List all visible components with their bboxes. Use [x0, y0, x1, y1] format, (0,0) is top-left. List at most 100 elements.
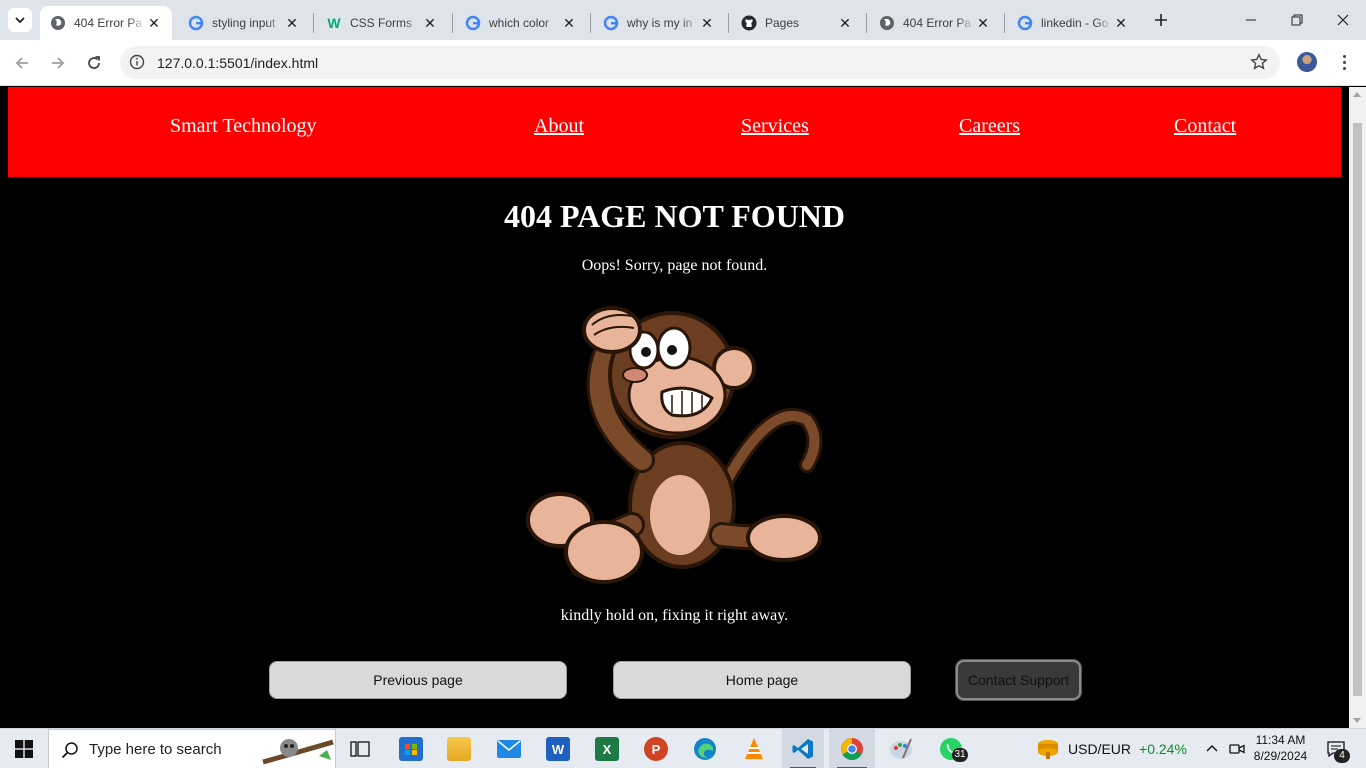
tab-why-is-my-input[interactable]: why is my in ✕: [593, 6, 725, 40]
tab-css-forms[interactable]: W CSS Forms ✕: [316, 6, 448, 40]
notification-count-badge: 4: [1334, 749, 1350, 763]
close-icon[interactable]: ✕: [422, 15, 438, 31]
paint-icon[interactable]: [888, 729, 914, 768]
mail-icon[interactable]: [496, 729, 522, 768]
minimize-button[interactable]: [1228, 0, 1274, 40]
microsoft-store-icon[interactable]: [398, 729, 424, 768]
tab-title: 404 Error Pa: [903, 16, 972, 30]
bookmark-star-icon[interactable]: [1250, 53, 1268, 71]
word-icon[interactable]: W: [545, 729, 571, 768]
google-icon: [188, 15, 204, 31]
browser-toolbar: 127.0.0.1:5501/index.html: [0, 40, 1366, 86]
clock-time: 11:34 AM: [1255, 733, 1306, 747]
tab-title: styling input: [212, 16, 276, 30]
chrome-icon[interactable]: [829, 729, 875, 768]
back-button[interactable]: [10, 51, 34, 75]
close-icon[interactable]: ✕: [699, 15, 715, 31]
meet-now-icon[interactable]: [1228, 729, 1246, 768]
site-info-icon[interactable]: [129, 54, 145, 70]
close-icon[interactable]: ✕: [284, 15, 300, 31]
close-window-button[interactable]: [1320, 0, 1366, 40]
scrollbar-thumb[interactable]: [1353, 123, 1362, 696]
home-page-button[interactable]: Home page: [613, 661, 911, 699]
tab-which-color[interactable]: which color ✕: [455, 6, 587, 40]
chevron-down-icon: [15, 17, 25, 24]
tab-title: linkedin - Go: [1041, 16, 1109, 30]
task-view-icon[interactable]: [347, 729, 373, 768]
error-subtitle: Oops! Sorry, page not found.: [581, 257, 768, 274]
reload-icon: [88, 56, 100, 69]
contact-support-button[interactable]: Contact Support: [956, 660, 1081, 700]
whatsapp-icon[interactable]: 31: [936, 729, 968, 768]
scroll-up-icon[interactable]: [1353, 92, 1361, 97]
vlc-icon[interactable]: [741, 729, 767, 768]
tab-github-pages[interactable]: Pages ✕: [731, 6, 863, 40]
github-icon: [741, 15, 757, 31]
google-icon: [603, 15, 619, 31]
taskbar-clock[interactable]: 11:34 AM 8/29/2024: [1253, 732, 1308, 764]
close-icon[interactable]: ✕: [975, 15, 991, 31]
tab-search-button[interactable]: [8, 8, 32, 32]
vscode-icon[interactable]: [782, 729, 824, 768]
browser-tab-strip: 404 Error Pa ✕ styling input ✕ W CSS For…: [0, 0, 1366, 40]
powerpoint-icon[interactable]: P: [643, 729, 669, 768]
page-scrollbar[interactable]: [1349, 87, 1366, 728]
search-placeholder: Type here to search: [89, 741, 222, 758]
tab-separator: [452, 13, 453, 33]
close-icon[interactable]: ✕: [146, 15, 162, 31]
currency-ticker-widget[interactable]: USD/EUR +0.24%: [1036, 729, 1187, 768]
close-icon[interactable]: ✕: [1113, 15, 1129, 31]
search-icon: [61, 742, 78, 759]
tab-linkedin-google[interactable]: linkedin - Go ✕: [1007, 6, 1139, 40]
profile-avatar[interactable]: [1297, 52, 1317, 72]
taskbar-search-box[interactable]: Type here to search: [48, 729, 336, 768]
scroll-down-icon[interactable]: [1353, 718, 1361, 723]
minimize-icon: [1246, 19, 1256, 21]
reload-button[interactable]: [82, 51, 106, 75]
ticker-change: +0.24%: [1139, 741, 1187, 757]
close-icon[interactable]: ✕: [837, 15, 853, 31]
w3schools-icon: W: [327, 15, 341, 31]
restore-button[interactable]: [1274, 0, 1320, 40]
tab-styling-input[interactable]: styling input ✕: [178, 6, 310, 40]
tab-404-error-page[interactable]: 404 Error Pa ✕: [40, 6, 172, 40]
nav-link-about[interactable]: About: [534, 115, 584, 138]
edge-icon[interactable]: [692, 729, 718, 768]
new-tab-button[interactable]: [1150, 9, 1172, 31]
clock-date: 8/29/2024: [1253, 749, 1308, 763]
file-explorer-icon[interactable]: [446, 729, 472, 768]
forward-button[interactable]: [46, 51, 70, 75]
windows-taskbar: Type here to search W X P 31 USD/EUR +0.…: [0, 728, 1366, 768]
tab-separator: [1004, 13, 1005, 33]
chevron-up-icon[interactable]: [1203, 729, 1221, 768]
page-title: 404 PAGE NOT FOUND: [503, 198, 846, 234]
site-navbar: Smart Technology About Services Careers …: [8, 87, 1341, 177]
brand-name: Smart Technology: [170, 115, 317, 137]
url-text[interactable]: 127.0.0.1:5501/index.html: [157, 55, 318, 71]
arrow-left-icon: [15, 57, 28, 69]
nav-link-services[interactable]: Services: [741, 115, 809, 138]
nav-link-contact[interactable]: Contact: [1174, 115, 1236, 138]
tab-separator: [866, 13, 867, 33]
search-highlight-icon: [262, 739, 334, 765]
tab-404-error-page-2[interactable]: 404 Error Pa ✕: [869, 6, 1001, 40]
globe-icon: [879, 15, 895, 31]
notification-center-icon[interactable]: 4: [1322, 729, 1350, 768]
plus-icon: [1155, 14, 1167, 26]
previous-page-button[interactable]: Previous page: [269, 661, 567, 699]
more-menu-icon[interactable]: [1334, 52, 1354, 72]
start-button[interactable]: [0, 729, 48, 768]
restore-icon: [1291, 14, 1303, 26]
tab-title: Pages: [765, 16, 800, 30]
excel-icon[interactable]: X: [594, 729, 620, 768]
close-icon[interactable]: ✕: [561, 15, 577, 31]
confused-monkey-illustration: [526, 306, 823, 584]
tab-title: 404 Error Pa: [74, 16, 143, 30]
currency-coins-icon: [1038, 740, 1058, 759]
status-message: kindly hold on, fixing it right away.: [560, 607, 789, 624]
tab-title: why is my in: [627, 16, 693, 30]
nav-link-careers[interactable]: Careers: [959, 115, 1020, 138]
address-bar[interactable]: 127.0.0.1:5501/index.html: [120, 46, 1280, 79]
tab-title: CSS Forms: [350, 16, 413, 30]
tab-separator: [313, 13, 314, 33]
